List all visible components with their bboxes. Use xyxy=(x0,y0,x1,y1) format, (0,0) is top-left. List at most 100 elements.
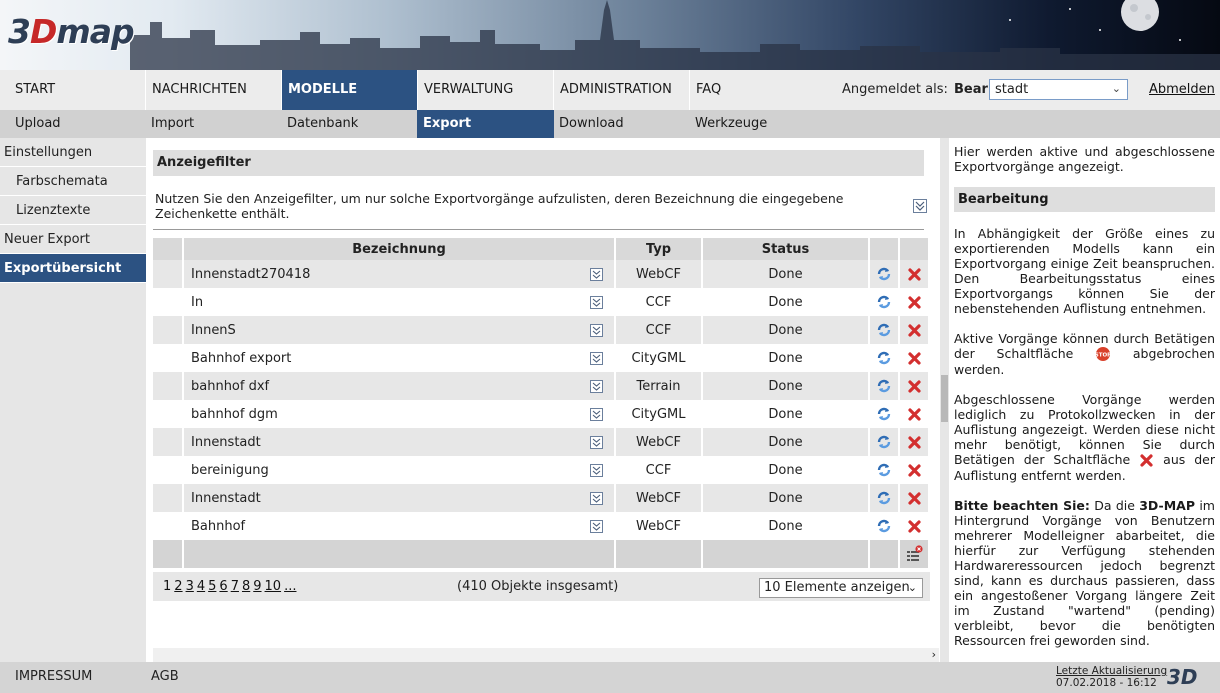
delete-button[interactable] xyxy=(899,288,930,316)
table-footer-row xyxy=(153,540,930,568)
delete-button[interactable] xyxy=(899,456,930,484)
refresh-button[interactable] xyxy=(869,288,900,316)
column-header-typ[interactable]: Typ xyxy=(615,238,703,260)
row-details-toggle[interactable] xyxy=(590,324,603,337)
last-update-date: 07.02.2018 - 16:12 xyxy=(1056,677,1157,689)
sidebar-item-neuer-export[interactable]: Neuer Export xyxy=(0,225,146,254)
delete-button[interactable] xyxy=(899,400,930,428)
help-paragraph: Abgeschlossene Vorgänge werden lediglich… xyxy=(954,392,1215,483)
delete-icon xyxy=(907,519,921,533)
delete-icon xyxy=(907,407,921,421)
last-update-label[interactable]: Letzte Aktualisierung xyxy=(1056,665,1167,677)
row-details-toggle[interactable] xyxy=(590,408,603,421)
row-details-toggle[interactable] xyxy=(590,520,603,533)
cell-status: Done xyxy=(702,344,870,372)
refresh-button[interactable] xyxy=(869,428,900,456)
logout-link[interactable]: Abmelden xyxy=(1149,70,1215,110)
filter-expand-toggle[interactable] xyxy=(913,199,927,216)
help-heading: Bearbeitung xyxy=(954,187,1215,212)
nav-nachrichten[interactable]: NACHRICHTEN xyxy=(145,70,282,110)
refresh-button[interactable] xyxy=(869,456,900,484)
page-size-select[interactable]: 10 Elemente anzeigen ⌄ xyxy=(759,578,923,598)
delete-icon xyxy=(907,323,921,337)
sidebar-item-exportuebersicht[interactable]: Exportübersicht xyxy=(0,254,146,283)
help-paragraph: In Abhängigkeit der Größe eines zu expor… xyxy=(954,226,1215,316)
nav-start[interactable]: START xyxy=(9,70,146,110)
page-link[interactable]: 7 xyxy=(231,579,239,594)
delete-button[interactable] xyxy=(899,260,930,288)
cell-bezeichnung: Innenstadt xyxy=(183,484,616,512)
sidebar-item-lizenztexte[interactable]: Lizenztexte xyxy=(0,196,146,225)
row-select-cell xyxy=(153,512,184,540)
primary-nav: START NACHRICHTEN MODELLE VERWALTUNG ADM… xyxy=(0,70,1220,110)
row-details-toggle[interactable] xyxy=(590,492,603,505)
cell-status: Done xyxy=(702,316,870,344)
subnav-datenbank[interactable]: Datenbank xyxy=(281,110,418,138)
subnav-import[interactable]: Import xyxy=(145,110,282,138)
refresh-button[interactable] xyxy=(869,344,900,372)
refresh-button[interactable] xyxy=(869,400,900,428)
row-select-cell xyxy=(153,344,184,372)
user-select[interactable]: stadt ⌄ xyxy=(989,79,1128,100)
refresh-button[interactable] xyxy=(869,316,900,344)
refresh-button[interactable] xyxy=(869,260,900,288)
cell-bezeichnung: bahnhof dxf xyxy=(183,372,616,400)
page-link[interactable]: 8 xyxy=(242,579,250,594)
delete-button[interactable] xyxy=(899,316,930,344)
row-details-toggle[interactable] xyxy=(590,352,603,365)
row-select-cell xyxy=(153,484,184,512)
page-link[interactable]: 2 xyxy=(174,579,182,594)
row-name: Innenstadt xyxy=(191,434,261,450)
nav-administration[interactable]: ADMINISTRATION xyxy=(553,70,690,110)
logged-in-label: Angemeldet als: xyxy=(842,82,948,97)
agb-link[interactable]: AGB xyxy=(151,662,179,691)
row-details-toggle[interactable] xyxy=(590,268,603,281)
row-details-toggle[interactable] xyxy=(590,296,603,309)
delete-button[interactable] xyxy=(899,372,930,400)
impressum-link[interactable]: IMPRESSUM xyxy=(15,662,92,691)
page-link[interactable]: 3 xyxy=(186,579,194,594)
subnav-export[interactable]: Export xyxy=(417,110,554,138)
page-link[interactable]: 4 xyxy=(197,579,205,594)
clear-finished-button[interactable] xyxy=(899,540,930,568)
nav-modelle[interactable]: MODELLE xyxy=(281,70,418,110)
delete-button[interactable] xyxy=(899,512,930,540)
refresh-button[interactable] xyxy=(869,484,900,512)
vertical-scrollbar[interactable] xyxy=(940,138,949,662)
subnav-upload[interactable]: Upload xyxy=(9,110,146,138)
horizontal-scrollbar[interactable]: › xyxy=(153,648,939,662)
subnav-download[interactable]: Download xyxy=(553,110,690,138)
page-link[interactable]: 1 xyxy=(163,579,171,594)
page-link[interactable]: 9 xyxy=(253,579,261,594)
expand-icon xyxy=(592,298,601,307)
delete-button[interactable] xyxy=(899,428,930,456)
refresh-button[interactable] xyxy=(869,512,900,540)
page-link[interactable]: ... xyxy=(284,579,296,594)
scrollbar-thumb[interactable] xyxy=(941,375,948,422)
delete-button[interactable] xyxy=(899,344,930,372)
delete-button[interactable] xyxy=(899,484,930,512)
sidebar-item-farbschemata[interactable]: Farbschemata xyxy=(0,167,146,196)
refresh-button[interactable] xyxy=(869,372,900,400)
cell-bezeichnung: Bahnhof xyxy=(183,512,616,540)
column-header-status[interactable]: Status xyxy=(702,238,870,260)
row-details-toggle[interactable] xyxy=(590,464,603,477)
sidebar-item-einstellungen[interactable]: Einstellungen xyxy=(0,138,146,167)
row-details-toggle[interactable] xyxy=(590,436,603,449)
page-link[interactable]: 10 xyxy=(265,579,282,594)
column-header-bezeichnung[interactable]: Bezeichnung xyxy=(183,238,616,260)
app-logo[interactable]: 3Dmap xyxy=(8,12,135,51)
row-details-toggle[interactable] xyxy=(590,380,603,393)
subnav-werkzeuge[interactable]: Werkzeuge xyxy=(689,110,826,138)
footer: IMPRESSUM AGB Letzte Aktualisierung 07.0… xyxy=(0,662,1220,693)
cell-bezeichnung: Bahnhof export xyxy=(183,344,616,372)
nav-faq[interactable]: FAQ xyxy=(689,70,826,110)
cell-typ: WebCF xyxy=(615,484,703,512)
nav-verwaltung[interactable]: VERWALTUNG xyxy=(417,70,554,110)
cell-typ: Terrain xyxy=(615,372,703,400)
footer-logo: 3D xyxy=(1167,665,1198,689)
refresh-icon xyxy=(877,267,891,281)
page-link[interactable]: 6 xyxy=(219,579,227,594)
page-link[interactable]: 5 xyxy=(208,579,216,594)
chevron-right-icon[interactable]: › xyxy=(932,648,936,662)
